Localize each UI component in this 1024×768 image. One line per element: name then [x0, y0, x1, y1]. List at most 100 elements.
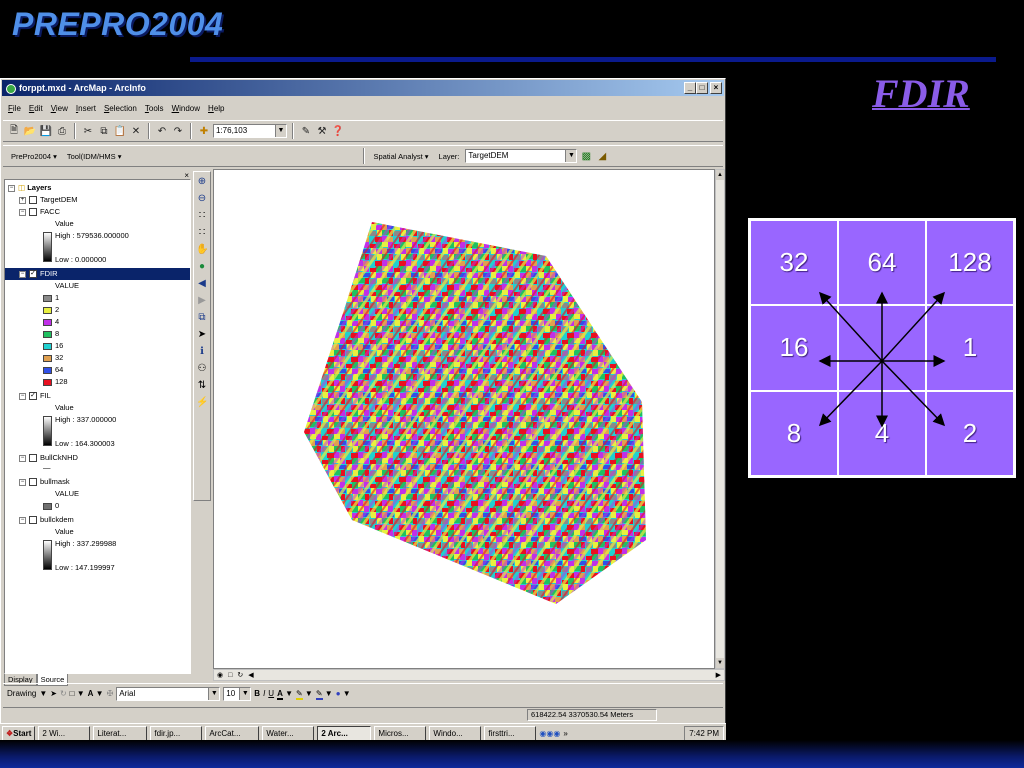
paste-icon[interactable]: 📋 — [113, 124, 127, 138]
scroll-left-icon[interactable]: ◀ — [248, 671, 253, 679]
layer-checkbox[interactable] — [29, 454, 37, 463]
layer-checkbox[interactable] — [29, 196, 37, 205]
layer-row-fil[interactable]: − ✓ FIL — [19, 390, 51, 402]
layer-checkbox[interactable]: ✓ — [29, 392, 37, 401]
rectangle-icon[interactable]: □ ▼ — [70, 689, 85, 698]
scroll-down-icon[interactable]: ▼ — [716, 658, 724, 668]
copy-icon[interactable]: ⧉ — [97, 124, 111, 138]
rotate-icon[interactable]: ↻ — [60, 689, 67, 698]
drawing-menu[interactable]: Drawing — [7, 689, 36, 698]
data-view-icon[interactable]: ◉ — [217, 671, 223, 679]
layer-row-facc[interactable]: − FACC — [19, 206, 60, 218]
back-extent-icon[interactable]: ◀ — [196, 277, 208, 290]
print-icon[interactable]: ⎙ — [55, 124, 69, 138]
prepro-menu-button[interactable]: PrePro2004 ▾ — [7, 152, 61, 161]
collapse-icon[interactable]: − — [19, 270, 26, 278]
contour-icon[interactable]: ◢ — [595, 149, 609, 163]
font-color-icon[interactable]: A ▼ — [277, 689, 293, 700]
bold-button[interactable]: B — [254, 689, 260, 698]
measure-icon[interactable]: ⇅ — [196, 379, 208, 392]
save-icon[interactable]: 💾 — [39, 124, 53, 138]
editor-icon[interactable]: ✎ — [299, 124, 313, 138]
chevron-down-icon[interactable]: ▼ — [208, 687, 220, 700]
refresh-icon[interactable]: ↻ — [237, 671, 243, 679]
layer-combobox[interactable]: TargetDEM ▼ — [465, 149, 578, 163]
toc-list[interactable]: − ◫ Layers + TargetDEM − FACC Value High : … — [4, 179, 191, 674]
font-size-combobox[interactable]: 10 ▼ — [223, 686, 252, 701]
layout-view-icon[interactable]: □ — [228, 672, 232, 679]
select-elements-icon[interactable]: ➤ — [196, 328, 208, 341]
quick-launch-icons[interactable]: ◉◉◉ — [539, 729, 560, 738]
text-icon[interactable]: A ▼ — [88, 689, 104, 698]
tool-idm-hms-menu-button[interactable]: Tool(IDM/HMS ▾ — [63, 152, 126, 161]
minimize-button[interactable]: _ — [684, 82, 696, 94]
fixed-zoom-out-icon[interactable]: ∷ — [196, 226, 208, 239]
pan-icon[interactable]: ✋ — [196, 243, 208, 256]
window-titlebar[interactable]: forppt.mxd - ArcMap - ArcInfo _ □ × — [2, 80, 724, 96]
map-display[interactable] — [213, 169, 715, 669]
chevron-down-icon[interactable]: ▼ — [275, 125, 286, 137]
underline-button[interactable]: U — [268, 689, 274, 698]
menu-tools[interactable]: Tools — [145, 104, 164, 113]
layer-checkbox[interactable] — [29, 478, 37, 487]
identify-icon[interactable]: ℹ — [196, 345, 208, 358]
histogram-icon[interactable]: ▩ — [579, 149, 593, 163]
layer-checkbox[interactable] — [29, 516, 37, 525]
italic-button[interactable]: I — [263, 689, 265, 698]
forward-extent-icon[interactable]: ▶ — [196, 294, 208, 307]
collapse-icon[interactable]: − — [19, 392, 26, 400]
new-document-icon[interactable]: 🗎 — [7, 124, 21, 138]
fixed-zoom-in-icon[interactable]: ∷ — [196, 209, 208, 222]
chevron-down-icon[interactable]: ▼ — [239, 687, 251, 700]
line-color-icon[interactable]: ✎ ▼ — [315, 689, 333, 700]
open-folder-icon[interactable]: 📂 — [23, 124, 37, 138]
delete-icon[interactable]: ✕ — [129, 124, 143, 138]
layer-checkbox[interactable] — [29, 208, 37, 217]
menu-view[interactable]: View — [51, 104, 68, 113]
full-extent-icon[interactable]: ● — [196, 260, 208, 273]
close-button[interactable]: × — [710, 82, 722, 94]
zoom-in-icon[interactable]: ⊕ — [196, 175, 208, 188]
collapse-icon[interactable]: − — [19, 208, 26, 216]
menu-help[interactable]: Help — [208, 104, 224, 113]
font-combobox[interactable]: Arial ▼ — [116, 686, 221, 701]
collapse-icon[interactable]: − — [8, 184, 15, 192]
arctoolbox-icon[interactable]: ⚒ — [315, 124, 329, 138]
collapse-icon[interactable]: − — [19, 454, 26, 462]
chevron-down-icon[interactable]: ▼ — [39, 689, 47, 698]
marker-color-icon[interactable]: ● ▼ — [336, 689, 351, 698]
scale-combobox[interactable]: 1:76,103 ▼ — [213, 124, 287, 138]
layer-row-fdir[interactable]: − ✓ FDIR — [5, 268, 190, 280]
find-icon[interactable]: ⚇ — [196, 362, 208, 375]
whats-this-icon[interactable]: ❓ — [331, 124, 345, 138]
layer-row-bullckdem[interactable]: − bullckdem — [19, 514, 74, 526]
undo-icon[interactable]: ↶ — [155, 124, 169, 138]
menu-selection[interactable]: Selection — [104, 104, 137, 113]
chevron-down-icon[interactable]: ▼ — [565, 150, 577, 162]
spatial-analyst-menu-button[interactable]: Spatial Analyst ▾ — [370, 152, 433, 161]
cut-icon[interactable]: ✂ — [81, 124, 95, 138]
select-elements-icon[interactable]: ➤ — [50, 689, 57, 698]
menu-edit[interactable]: Edit — [29, 104, 43, 113]
add-data-icon[interactable]: ✚ — [197, 124, 211, 138]
fill-color-icon[interactable]: ✎ ▼ — [296, 689, 313, 700]
select-features-icon[interactable]: ⧉ — [196, 311, 208, 324]
expand-icon[interactable]: + — [19, 196, 26, 204]
collapse-icon[interactable]: − — [19, 478, 26, 486]
menu-window[interactable]: Window — [172, 104, 200, 113]
zoom-out-icon[interactable]: ⊖ — [196, 192, 208, 205]
scroll-up-icon[interactable]: ▲ — [716, 170, 724, 180]
redo-icon[interactable]: ↷ — [171, 124, 185, 138]
toc-root[interactable]: − ◫ Layers — [8, 182, 51, 194]
hyperlink-icon[interactable]: ⚡ — [196, 396, 208, 409]
restore-button[interactable]: □ — [696, 82, 708, 94]
scroll-right-icon[interactable]: ▶ — [716, 671, 721, 679]
collapse-icon[interactable]: − — [19, 516, 26, 524]
layer-row-bullmask[interactable]: − bullmask — [19, 476, 70, 488]
menu-insert[interactable]: Insert — [76, 104, 96, 113]
layer-checkbox[interactable]: ✓ — [29, 270, 37, 279]
edit-vertices-icon[interactable]: ✠ — [107, 689, 114, 698]
chevron-right-icon[interactable]: » — [563, 729, 567, 738]
layer-row-targetdem[interactable]: + TargetDEM — [19, 194, 78, 206]
vertical-scrollbar[interactable]: ▲ ▼ — [715, 169, 725, 669]
